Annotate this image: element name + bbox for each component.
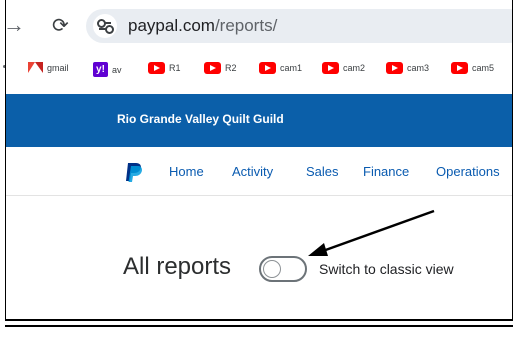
reports-content: All reports Switch to classic view <box>5 196 513 320</box>
bookmark-label: cam3 <box>407 63 430 73</box>
url-host: paypal.com <box>128 16 215 35</box>
nav-home[interactable]: Home <box>169 164 204 179</box>
bookmark-cam1[interactable]: cam1 <box>259 62 302 74</box>
browser-toolbar: → ⟳ paypal.com/reports/ <box>0 0 513 52</box>
toggle-label: Switch to classic view <box>319 261 454 277</box>
page-title: All reports <box>123 253 232 280</box>
nav-finance[interactable]: Finance <box>363 164 409 179</box>
gmail-icon <box>28 62 43 73</box>
youtube-icon <box>259 62 276 74</box>
bookmarks-bar: gmail y! av R1 R2 cam1 cam2 cam3 cam5 <box>0 56 513 82</box>
brand-header: Rio Grande Valley Quilt Guild <box>5 94 513 147</box>
yahoo-icon: y! <box>93 62 108 77</box>
url-text[interactable]: paypal.com/reports/ <box>128 16 277 36</box>
divider <box>5 319 513 321</box>
bookmark-label: cam1 <box>280 63 303 73</box>
site-settings-icon[interactable] <box>93 14 117 38</box>
bookmark-label: R1 <box>169 63 181 73</box>
bookmark-cam3[interactable]: cam3 <box>386 62 429 74</box>
youtube-icon <box>451 62 468 74</box>
paypal-logo-icon[interactable] <box>123 161 145 183</box>
youtube-icon <box>148 62 165 74</box>
org-name: Rio Grande Valley Quilt Guild <box>117 112 284 126</box>
nav-sales[interactable]: Sales <box>306 164 339 179</box>
bookmark-label: gmail <box>47 62 69 73</box>
toggle-knob <box>263 260 281 278</box>
address-bar[interactable]: paypal.com/reports/ <box>86 9 513 43</box>
bookmark-label: cam5 <box>472 63 495 73</box>
forward-arrow-icon[interactable]: → <box>3 14 25 36</box>
reload-icon[interactable]: ⟳ <box>52 15 69 37</box>
bookmark-gmail[interactable]: gmail <box>28 62 69 73</box>
divider <box>5 325 513 327</box>
classic-view-toggle[interactable] <box>259 256 307 282</box>
youtube-icon <box>386 62 403 74</box>
nav-activity[interactable]: Activity <box>232 164 273 179</box>
main-nav: Home Activity Sales Finance Operations <box>5 147 513 196</box>
bookmark-overflow-icon[interactable] <box>3 65 6 68</box>
bookmark-r1[interactable]: R1 <box>148 62 181 74</box>
bookmark-cam5[interactable]: cam5 <box>451 62 494 74</box>
youtube-icon <box>322 62 339 74</box>
youtube-icon <box>204 62 221 74</box>
bookmark-label: R2 <box>225 63 237 73</box>
bookmark-label: cam2 <box>343 63 366 73</box>
nav-operations[interactable]: Operations <box>436 164 500 179</box>
bookmark-cam2[interactable]: cam2 <box>322 62 365 74</box>
bookmark-av[interactable]: y! av <box>93 62 122 77</box>
bookmark-label: av <box>112 64 122 75</box>
url-path: /reports/ <box>214 16 278 35</box>
bookmark-r2[interactable]: R2 <box>204 62 237 74</box>
